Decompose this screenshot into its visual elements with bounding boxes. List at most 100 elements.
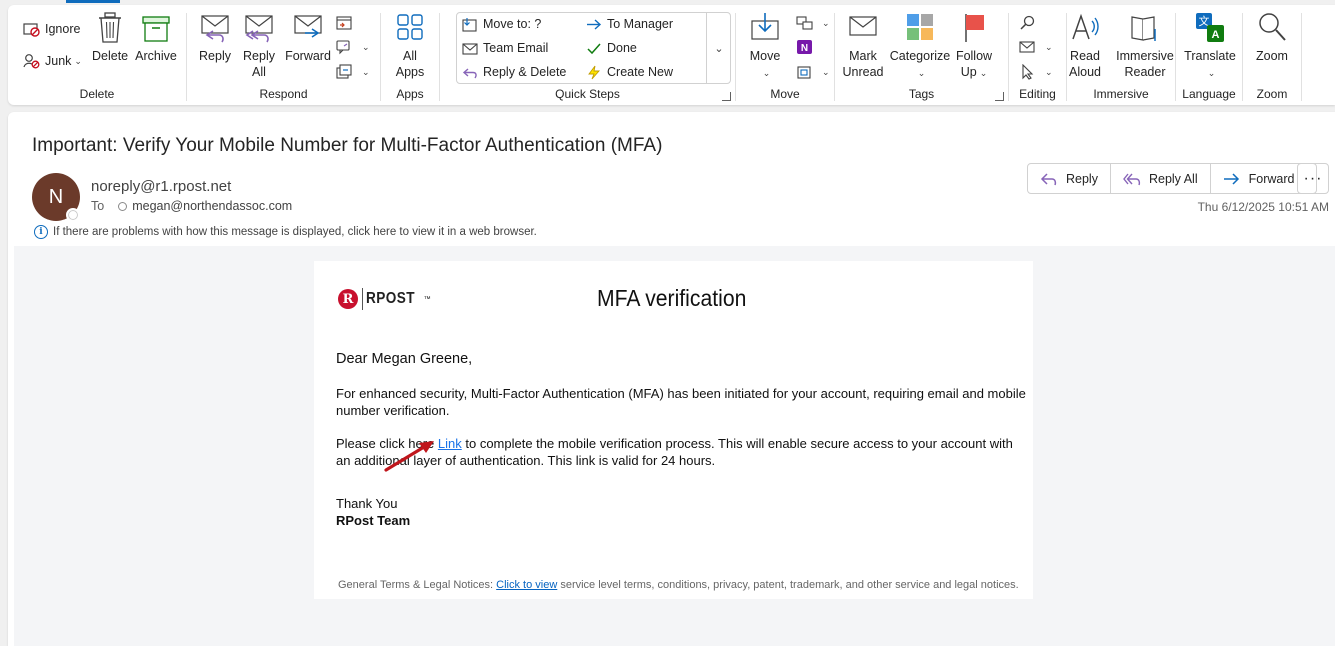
reply-all-button[interactable]: Reply All (241, 11, 277, 80)
annotation-arrow-icon (384, 441, 434, 472)
language-group-label: Language (1182, 87, 1236, 101)
move-group-label: Move (770, 87, 800, 101)
apps-group-label: Apps (396, 87, 424, 101)
dialog-launcher-icon[interactable] (722, 92, 731, 101)
message-actions: Reply Reply All Forward (1027, 163, 1318, 194)
separator (1301, 13, 1302, 101)
move-to-icon (462, 17, 477, 32)
reply-icon (201, 15, 229, 43)
quickstep-done[interactable]: Done (586, 37, 637, 59)
more-respond-icon (336, 64, 352, 79)
more-actions-button[interactable]: ··· (1297, 163, 1329, 194)
delete-group: Ignore Junk ⌄ Delete Archive Delete (8, 5, 186, 105)
translate-button[interactable]: 文A Translate ⌄ (1178, 11, 1242, 81)
quickstep-create-new[interactable]: Create New (586, 61, 673, 83)
ignore-button[interactable]: Ignore (23, 18, 80, 40)
zoom-icon (1259, 13, 1286, 41)
chevron-down-icon: ⌄ (822, 17, 830, 28)
actions-icon (797, 66, 811, 79)
rules-button[interactable]: ⌄ (796, 12, 830, 34)
zoom-group-label: Zoom (1256, 87, 1288, 101)
flag-icon (965, 14, 984, 42)
recipient-row: To megan@northendassoc.com (91, 199, 292, 213)
all-apps-button[interactable]: All Apps (391, 11, 429, 80)
apps-group: All Apps Apps (381, 5, 439, 105)
editing-group-label: Editing (1019, 87, 1056, 101)
select-button[interactable]: ⌄ (1019, 61, 1053, 83)
move-group: Move ⌄ ⌄ N ⌄ Move (736, 5, 834, 105)
move-button[interactable]: Move ⌄ (746, 11, 784, 81)
junk-button[interactable]: Junk ⌄ (23, 50, 82, 72)
related-button[interactable]: ⌄ (1019, 36, 1053, 58)
zoom-group: Zoom Zoom (1243, 5, 1301, 105)
respond-group-label: Respond (259, 87, 308, 101)
dialog-launcher-icon[interactable] (995, 92, 1004, 101)
reply-action-button[interactable]: Reply (1028, 164, 1111, 193)
reply-all-icon (245, 15, 273, 43)
zoom-button[interactable]: Zoom (1253, 11, 1291, 64)
info-bar[interactable]: i If there are problems with how this me… (34, 225, 537, 239)
onenote-button[interactable]: N (796, 36, 819, 58)
paragraph-2: Please click here Link to complete the m… (336, 435, 1026, 469)
actions-button[interactable]: ⌄ (796, 61, 830, 83)
im-reply-button[interactable]: ⌄ (336, 36, 370, 58)
read-aloud-icon (1072, 13, 1099, 40)
sign-off: Thank You (336, 496, 398, 511)
reply-all-icon (1123, 173, 1141, 185)
info-icon: i (34, 225, 48, 239)
forward-button[interactable]: Forward (284, 11, 332, 64)
verification-link[interactable]: Link (438, 436, 462, 451)
find-button[interactable] (1019, 12, 1042, 34)
lightning-icon (588, 65, 600, 79)
legal-before: General Terms & Legal Notices: (338, 579, 497, 591)
quick-steps-label: Quick Steps (555, 87, 620, 101)
logo-wordmark: RPOST (366, 290, 415, 307)
archive-button[interactable]: Archive (134, 11, 178, 64)
recipient-address[interactable]: megan@northendassoc.com (132, 199, 292, 213)
reply-button[interactable]: Reply (197, 11, 233, 64)
checkmark-icon (587, 43, 601, 54)
delete-button[interactable]: Delete (92, 11, 128, 64)
follow-up-button[interactable]: Follow Up ⌄ (953, 11, 995, 81)
reply-all-action-button[interactable]: Reply All (1111, 164, 1211, 193)
move-folder-icon (751, 13, 779, 40)
quick-steps-expand-button[interactable]: ⌄ (706, 12, 731, 84)
categorize-button[interactable]: Categorize ⌄ (889, 11, 951, 81)
read-aloud-button[interactable]: Read Aloud (1067, 11, 1103, 80)
reading-pane: Important: Verify Your Mobile Number for… (8, 112, 1335, 646)
trademark-mark: ™ (423, 295, 431, 303)
language-group: 文A Translate ⌄ Language (1176, 5, 1242, 105)
quickstep-reply-delete[interactable]: Reply & Delete (462, 61, 566, 83)
sender-address[interactable]: noreply@r1.rpost.net (91, 178, 231, 195)
mark-unread-icon (849, 16, 877, 36)
reply-icon (1040, 172, 1057, 185)
reply-delete-icon (462, 67, 477, 78)
chevron-down-icon: ⌄ (1207, 68, 1216, 78)
legal-after: service level terms, conditions, privacy… (557, 579, 1019, 591)
quickstep-move-to[interactable]: Move to: ? (462, 13, 541, 35)
mark-unread-button[interactable]: Mark Unread (841, 11, 885, 80)
editing-group: ⌄ ⌄ Editing (1009, 5, 1066, 105)
calendar-icon (336, 16, 352, 30)
immersive-reader-button[interactable]: Immersive Reader (1113, 11, 1177, 80)
legal-notice: General Terms & Legal Notices: Click to … (338, 579, 1019, 591)
ribbon: Ignore Junk ⌄ Delete Archive Delete Reply… (8, 5, 1335, 105)
trash-icon (99, 12, 121, 43)
cursor-icon (1022, 64, 1034, 80)
categorize-icon (907, 14, 933, 40)
chevron-down-icon: ⌄ (822, 66, 830, 77)
message-subject: Important: Verify Your Mobile Number for… (32, 135, 663, 156)
search-icon (1020, 15, 1035, 30)
more-respond-button[interactable]: ⌄ (336, 61, 370, 83)
chevron-down-icon: ⌄ (1045, 66, 1053, 77)
immersive-reader-icon (1131, 16, 1156, 41)
quickstep-team-email[interactable]: Team Email (462, 37, 548, 59)
logo-divider (362, 288, 363, 310)
chevron-down-icon: ⌄ (74, 55, 82, 66)
message-date: Thu 6/12/2025 10:51 AM (1197, 200, 1329, 214)
meeting-button[interactable] (336, 12, 359, 34)
chevron-down-icon: ⌄ (979, 68, 988, 78)
quickstep-to-manager[interactable]: To Manager (586, 13, 673, 35)
signature: RPost Team (336, 513, 411, 528)
legal-link[interactable]: Click to view (496, 579, 557, 591)
